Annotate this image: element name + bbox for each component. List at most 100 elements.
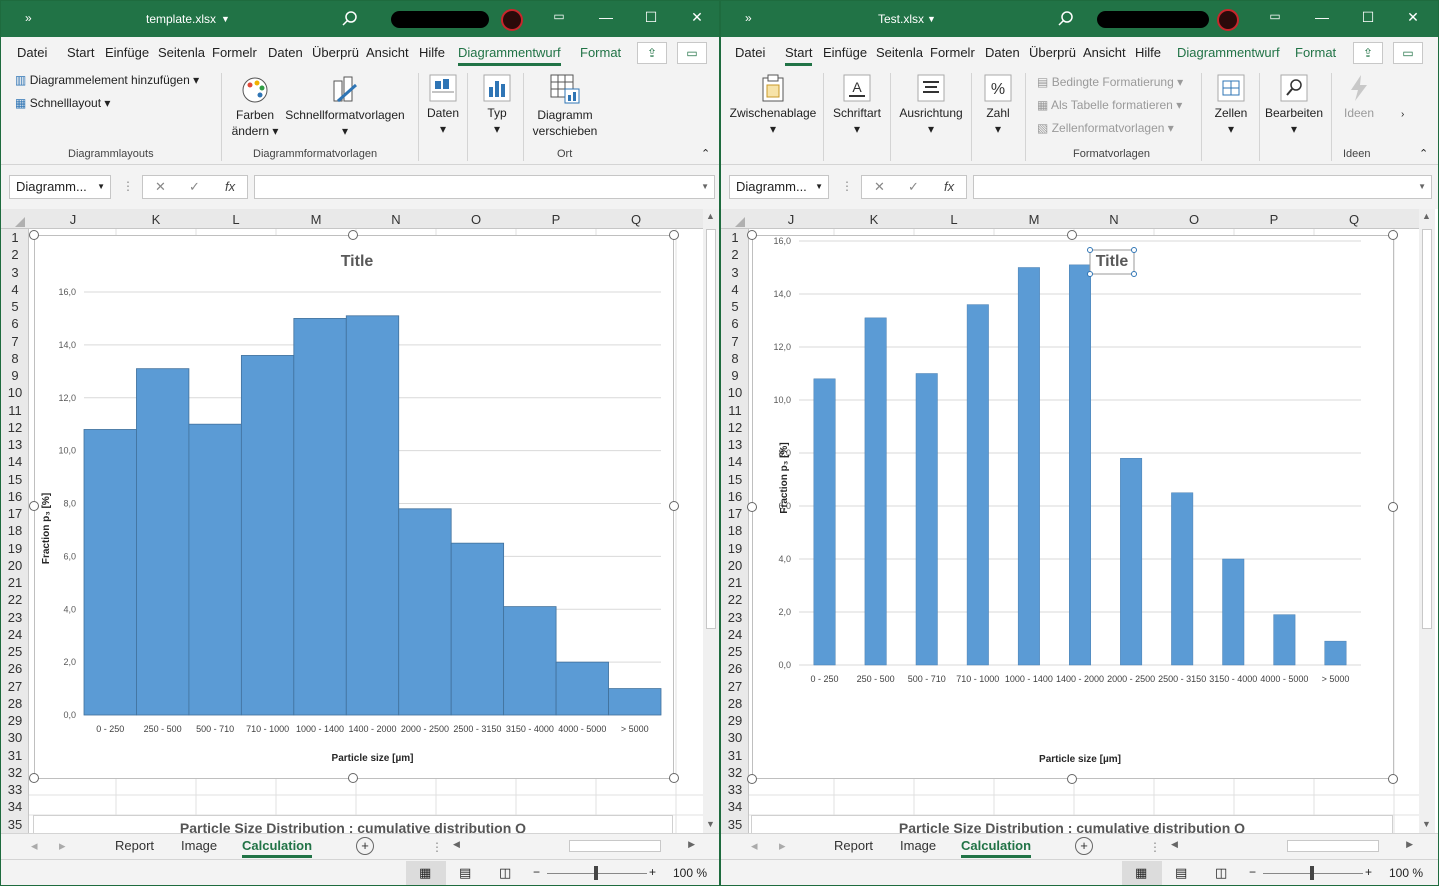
number-button[interactable]: % Zahl ▾ (977, 73, 1019, 137)
row-header[interactable]: 24 (721, 627, 749, 642)
row-header[interactable]: 19 (1, 541, 29, 556)
row-header[interactable]: 28 (1, 696, 29, 711)
row-header[interactable]: 34 (1, 799, 29, 814)
row-header[interactable]: 19 (721, 541, 749, 556)
column-header[interactable]: K (834, 212, 914, 227)
resize-handle[interactable] (669, 773, 679, 783)
search-icon[interactable] (1057, 10, 1075, 28)
select-all-corner[interactable] (735, 217, 745, 227)
sheet-tab-image[interactable]: Image (900, 838, 936, 853)
row-header[interactable]: 26 (721, 661, 749, 676)
tab-datei[interactable]: Datei (17, 45, 47, 60)
row-header[interactable]: 5 (721, 299, 749, 314)
zoom-level[interactable]: 100 % (1389, 866, 1423, 880)
tab-hilfe[interactable]: Hilfe (419, 45, 445, 60)
row-header[interactable]: 32 (1, 765, 29, 780)
ribbon-display-icon[interactable]: ▭ (1265, 9, 1285, 23)
row-header[interactable]: 8 (721, 351, 749, 366)
row-header[interactable]: 35 (721, 817, 749, 832)
page-break-view-icon[interactable]: ◫ (499, 865, 511, 881)
formula-input[interactable]: ▼ (973, 175, 1432, 199)
quick-styles-button[interactable]: Schnellformatvorlagen ▾ (284, 75, 406, 139)
tab-seitenlayout[interactable]: Seitenla (158, 45, 205, 60)
row-header[interactable]: 17 (721, 506, 749, 521)
column-header[interactable]: J (33, 212, 113, 227)
scroll-thumb[interactable] (706, 229, 716, 629)
resize-handle[interactable] (29, 501, 39, 511)
column-header[interactable]: K (116, 212, 196, 227)
conditional-formatting-button[interactable]: ▤ Bedingte Formatierung ▾ (1037, 75, 1183, 89)
row-header[interactable]: 13 (721, 437, 749, 452)
row-header[interactable]: 18 (1, 523, 29, 538)
close-icon[interactable]: ✕ (687, 9, 707, 26)
row-header[interactable]: 32 (721, 765, 749, 780)
tab-start[interactable]: Start (67, 45, 94, 60)
tab-formeln[interactable]: Formelr (930, 45, 975, 60)
row-header[interactable]: 31 (1, 748, 29, 763)
cell-styles-button[interactable]: ▧ Zellenformatvorlagen ▾ (1037, 121, 1174, 135)
maximize-icon[interactable]: ☐ (1358, 9, 1378, 26)
quick-access-chevron-icon[interactable]: » (745, 11, 752, 25)
maximize-icon[interactable]: ☐ (641, 9, 661, 26)
ribbon-scroll-right-icon[interactable]: › (1401, 109, 1404, 120)
row-header[interactable]: 3 (721, 265, 749, 280)
row-header[interactable]: 21 (1, 575, 29, 590)
avatar[interactable] (1217, 9, 1239, 31)
zoom-slider-thumb[interactable] (1310, 866, 1314, 880)
minimize-icon[interactable]: — (1312, 9, 1332, 25)
cancel-icon[interactable]: ✕ (155, 179, 166, 195)
zoom-slider-thumb[interactable] (594, 866, 598, 880)
zoom-out-icon[interactable]: − (533, 865, 540, 879)
tab-diagrammentwurf[interactable]: Diagrammentwurf (1177, 45, 1280, 60)
row-header[interactable]: 34 (721, 799, 749, 814)
change-colors-button[interactable]: Farben ändern ▾ (229, 75, 281, 139)
row-header[interactable]: 29 (721, 713, 749, 728)
row-header[interactable]: 8 (1, 351, 29, 366)
quick-access-chevron-icon[interactable]: » (25, 11, 32, 25)
resize-handle[interactable] (747, 230, 757, 240)
resize-handle[interactable] (348, 773, 358, 783)
row-header[interactable]: 14 (1, 454, 29, 469)
add-sheet-icon[interactable]: + (1075, 837, 1093, 855)
tab-ansicht[interactable]: Ansicht (1083, 45, 1126, 60)
resize-handle[interactable] (747, 774, 757, 784)
vertical-scrollbar[interactable]: ▲ ▼ (703, 209, 719, 833)
column-header[interactable]: M (276, 212, 356, 227)
sheet-tab-calculation[interactable]: Calculation (961, 838, 1032, 858)
collapse-ribbon-icon[interactable]: ⌃ (701, 147, 710, 160)
horizontal-scrollbar[interactable]: ◀ ▶ (449, 838, 699, 854)
avatar[interactable] (501, 9, 523, 31)
tab-format[interactable]: Format (580, 45, 621, 60)
row-header[interactable]: 14 (721, 454, 749, 469)
insert-function-icon[interactable]: fx (944, 179, 954, 194)
sheet-nav-next-icon[interactable]: ▸ (59, 838, 66, 854)
tab-datei[interactable]: Datei (735, 45, 765, 60)
row-header[interactable]: 24 (1, 627, 29, 642)
row-header[interactable]: 2 (721, 247, 749, 262)
formula-expand-icon[interactable]: ▼ (1418, 182, 1426, 191)
row-header[interactable]: 12 (1, 420, 29, 435)
resize-handle[interactable] (1067, 774, 1077, 784)
zoom-in-icon[interactable]: + (649, 865, 656, 879)
select-all-corner[interactable] (15, 217, 25, 227)
quick-layout-button[interactable]: ▦ Schnelllayout ▾ (15, 96, 110, 110)
row-header[interactable]: 2 (1, 247, 29, 262)
scroll-right-icon[interactable]: ▶ (1406, 839, 1413, 850)
row-header[interactable]: 10 (1, 385, 29, 400)
sheet-nav-prev-icon[interactable]: ◂ (751, 838, 758, 854)
enter-icon[interactable]: ✓ (189, 179, 200, 195)
tab-start[interactable]: Start (785, 45, 813, 66)
column-header[interactable]: O (1154, 212, 1234, 227)
chart-type-button[interactable]: Typ ▾ (481, 73, 513, 137)
title-dropdown-icon[interactable]: ▼ (927, 14, 936, 24)
column-header[interactable]: P (1234, 212, 1314, 227)
resize-handle[interactable] (1388, 502, 1398, 512)
tab-ueberpruefen[interactable]: Überprü (312, 45, 359, 60)
resize-handle[interactable] (747, 502, 757, 512)
add-sheet-icon[interactable]: + (356, 837, 374, 855)
resize-handle[interactable] (348, 230, 358, 240)
row-header[interactable]: 21 (721, 575, 749, 590)
resize-handle[interactable] (1067, 230, 1077, 240)
tab-hilfe[interactable]: Hilfe (1135, 45, 1161, 60)
row-header[interactable]: 15 (1, 472, 29, 487)
